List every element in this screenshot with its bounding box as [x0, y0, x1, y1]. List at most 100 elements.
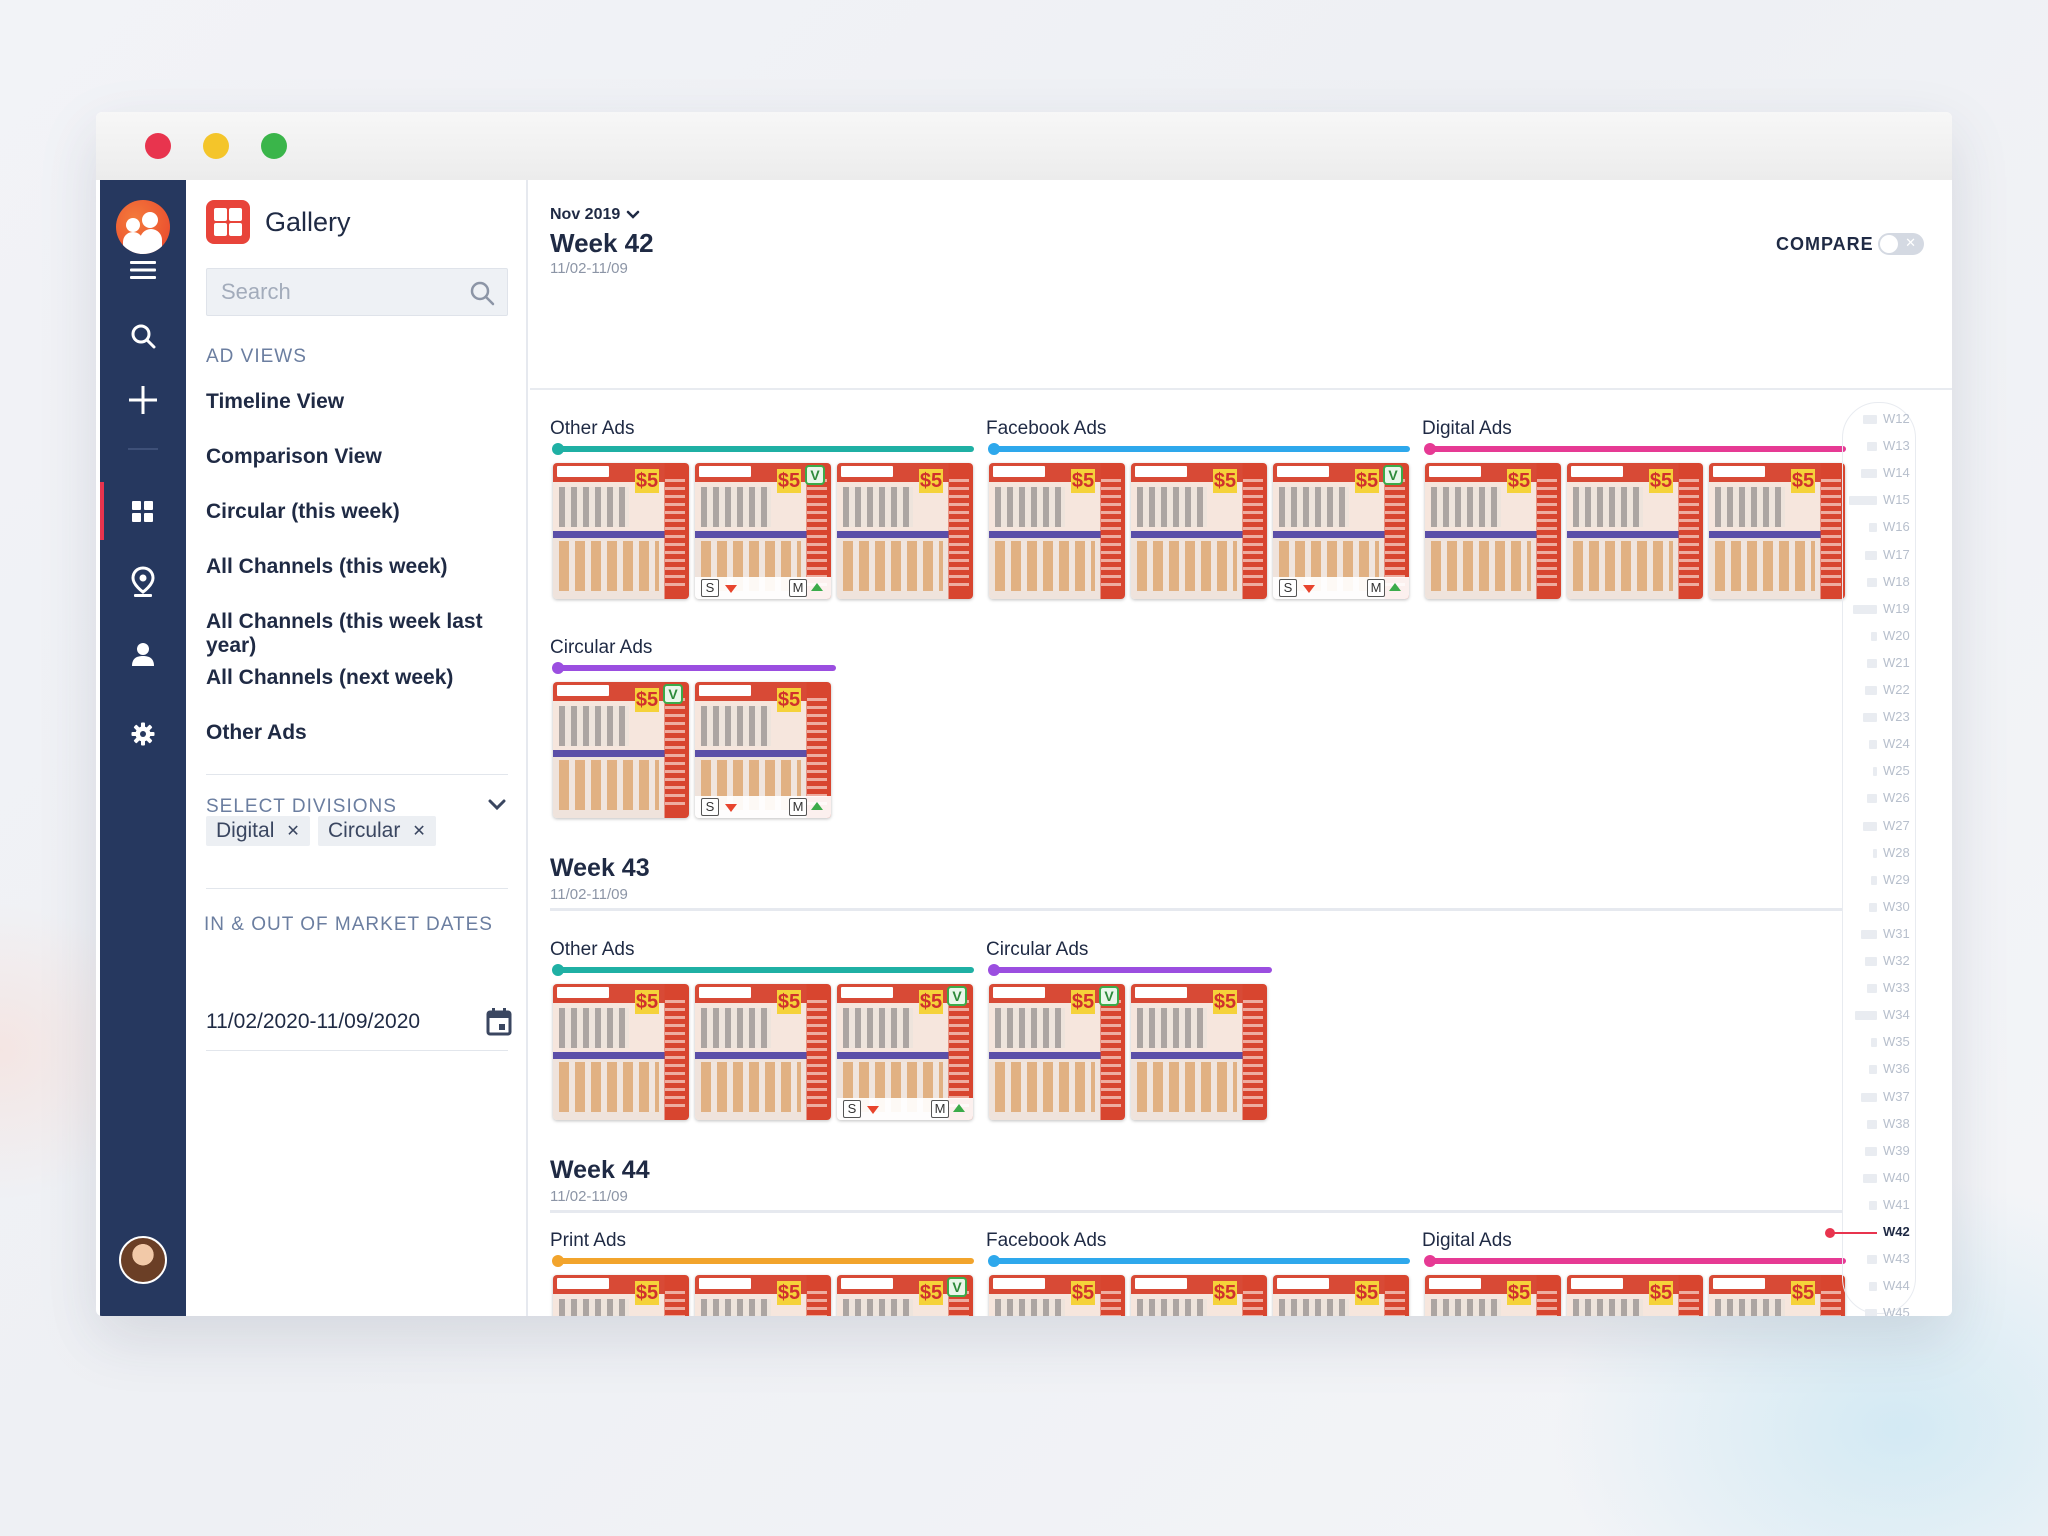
week-marker[interactable]: W16 — [1843, 519, 1917, 537]
ad-price-badge: $5 — [777, 688, 801, 712]
ad-thumbnail[interactable]: $5 — [1425, 1275, 1561, 1316]
ad-brand-banner — [841, 987, 893, 998]
month-selector[interactable]: Nov 2019 — [550, 206, 640, 224]
week-marker[interactable]: W38 — [1843, 1116, 1917, 1134]
nav-all-channels-last-year[interactable]: All Channels (this week last year) — [206, 610, 526, 658]
week-marker[interactable]: W19 — [1843, 601, 1917, 619]
user-avatar[interactable] — [119, 1236, 167, 1284]
ad-thumbnail[interactable]: $5 V — [989, 984, 1125, 1120]
week-marker[interactable]: W28 — [1843, 845, 1917, 863]
ad-thumbnail[interactable]: $5 — [1273, 1275, 1409, 1316]
gallery-grid-icon[interactable] — [100, 490, 186, 534]
ad-group-color-bar — [988, 964, 1272, 976]
week-marker[interactable]: W23 — [1843, 709, 1917, 727]
week-marker[interactable]: W39 — [1843, 1143, 1917, 1161]
ad-thumbnail[interactable]: $5 — [695, 1275, 831, 1316]
week-marker[interactable]: W29 — [1843, 872, 1917, 890]
ad-thumbnail[interactable]: $5 — [695, 984, 831, 1120]
ad-thumbnail[interactable]: $5 — [989, 1275, 1125, 1316]
week-marker[interactable]: W27 — [1843, 818, 1917, 836]
week-marker[interactable]: W20 — [1843, 628, 1917, 646]
search-input[interactable] — [221, 269, 461, 315]
compare-toggle[interactable]: ✕ — [1878, 233, 1924, 255]
week-marker[interactable]: W17 — [1843, 547, 1917, 565]
week-marker[interactable]: W35 — [1843, 1034, 1917, 1052]
nav-comparison-view[interactable]: Comparison View — [206, 445, 382, 469]
week-marker-label: W41 — [1883, 1196, 1910, 1212]
nav-timeline-view[interactable]: Timeline View — [206, 390, 344, 414]
search-box[interactable] — [206, 268, 508, 316]
week-marker[interactable]: W21 — [1843, 655, 1917, 673]
week-scroller[interactable]: W12 W13 W14 W15 W16 W17 W18 W19 W20 W21 W22 W23 W24 W… — [1825, 402, 1917, 1316]
remove-chip-icon[interactable]: ✕ — [286, 821, 299, 841]
week-marker[interactable]: W32 — [1843, 953, 1917, 971]
location-pin-icon[interactable] — [100, 560, 186, 604]
week-marker[interactable]: W40 — [1843, 1170, 1917, 1188]
nav-all-channels-this-week[interactable]: All Channels (this week) — [206, 555, 448, 579]
week-marker[interactable]: W30 — [1843, 899, 1917, 917]
window-close-button[interactable] — [145, 133, 171, 159]
week-marker[interactable]: W24 — [1843, 736, 1917, 754]
week-marker[interactable]: W26 — [1843, 790, 1917, 808]
ad-product-grid — [701, 1299, 771, 1316]
week-marker[interactable]: W13 — [1843, 438, 1917, 456]
ad-thumbnail[interactable]: $5 — [553, 1275, 689, 1316]
ad-thumbnail[interactable]: $5SM — [1709, 1275, 1845, 1316]
week-marker[interactable]: W33 — [1843, 980, 1917, 998]
week-marker[interactable]: W14 — [1843, 465, 1917, 483]
menu-icon[interactable] — [100, 248, 186, 292]
week-marker[interactable]: W31 — [1843, 926, 1917, 944]
week-marker[interactable]: W25 — [1843, 763, 1917, 781]
ad-thumbnail[interactable]: $5SM — [1131, 1275, 1267, 1316]
week-marker[interactable]: W37 — [1843, 1089, 1917, 1107]
ad-thumbnail[interactable]: $5 V S M — [1273, 463, 1409, 599]
ad-side-panel — [1243, 1291, 1263, 1316]
ad-thumbnail[interactable]: $5 — [989, 463, 1125, 599]
calendar-icon[interactable] — [486, 1008, 512, 1041]
week-marker[interactable]: W18 — [1843, 574, 1917, 592]
week-marker[interactable]: W34 — [1843, 1007, 1917, 1025]
ad-side-panel — [1821, 1291, 1841, 1316]
week-activity-bar — [1863, 1173, 1877, 1183]
ad-thumbnail[interactable]: $5 — [1131, 984, 1267, 1120]
search-icon[interactable] — [100, 314, 186, 358]
ad-thumbnail[interactable]: $5SM — [695, 682, 831, 818]
ad-side-panel — [665, 1291, 685, 1316]
ad-thumbnail[interactable]: $5 — [1709, 463, 1845, 599]
week-marker[interactable]: W22 — [1843, 682, 1917, 700]
ad-thumbnail[interactable]: $5 — [1567, 1275, 1703, 1316]
chevron-down-icon[interactable] — [488, 798, 506, 816]
ad-thumbnail[interactable]: $5 V — [553, 682, 689, 818]
window-minimize-button[interactable] — [203, 133, 229, 159]
week-marker[interactable]: W44 — [1843, 1278, 1917, 1296]
week-marker[interactable]: W43 — [1843, 1251, 1917, 1269]
week-marker[interactable]: W12 — [1843, 411, 1917, 429]
app-logo[interactable] — [116, 200, 170, 254]
ad-thumbnail[interactable]: $5 — [553, 984, 689, 1120]
ad-thumbnail[interactable]: $5 V S M — [695, 463, 831, 599]
ad-thumbnail[interactable]: $5 — [1131, 463, 1267, 599]
week-marker[interactable]: W15 — [1843, 492, 1917, 510]
ad-product-grid — [995, 1299, 1065, 1316]
add-icon[interactable] — [100, 378, 186, 422]
ad-thumbnail[interactable]: $5 — [1567, 463, 1703, 599]
week-marker[interactable]: W42 — [1825, 1224, 1917, 1242]
ad-thumbnail[interactable]: $5 — [1425, 463, 1561, 599]
week-marker[interactable]: W45 — [1843, 1305, 1917, 1316]
week-marker[interactable]: W36 — [1843, 1061, 1917, 1079]
nav-other-ads[interactable]: Other Ads — [206, 721, 307, 745]
window-zoom-button[interactable] — [261, 133, 287, 159]
remove-chip-icon[interactable]: ✕ — [412, 821, 425, 841]
ad-thumbnail[interactable]: $5 — [837, 463, 973, 599]
ad-thumbnail[interactable]: $5 — [553, 463, 689, 599]
ad-thumbnail[interactable]: $5 V — [837, 1275, 973, 1316]
search-icon[interactable] — [469, 280, 495, 311]
week-range: 11/02-11/09 — [550, 886, 628, 903]
nav-all-channels-next-week[interactable]: All Channels (next week) — [206, 666, 453, 690]
week-marker[interactable]: W41 — [1843, 1197, 1917, 1215]
settings-gear-icon[interactable] — [100, 712, 186, 756]
market-dates-value[interactable]: 11/02/2020-11/09/2020 — [206, 1010, 420, 1034]
user-icon[interactable] — [100, 632, 186, 676]
ad-thumbnail[interactable]: $5 V S M — [837, 984, 973, 1120]
nav-circular-this-week[interactable]: Circular (this week) — [206, 500, 400, 524]
